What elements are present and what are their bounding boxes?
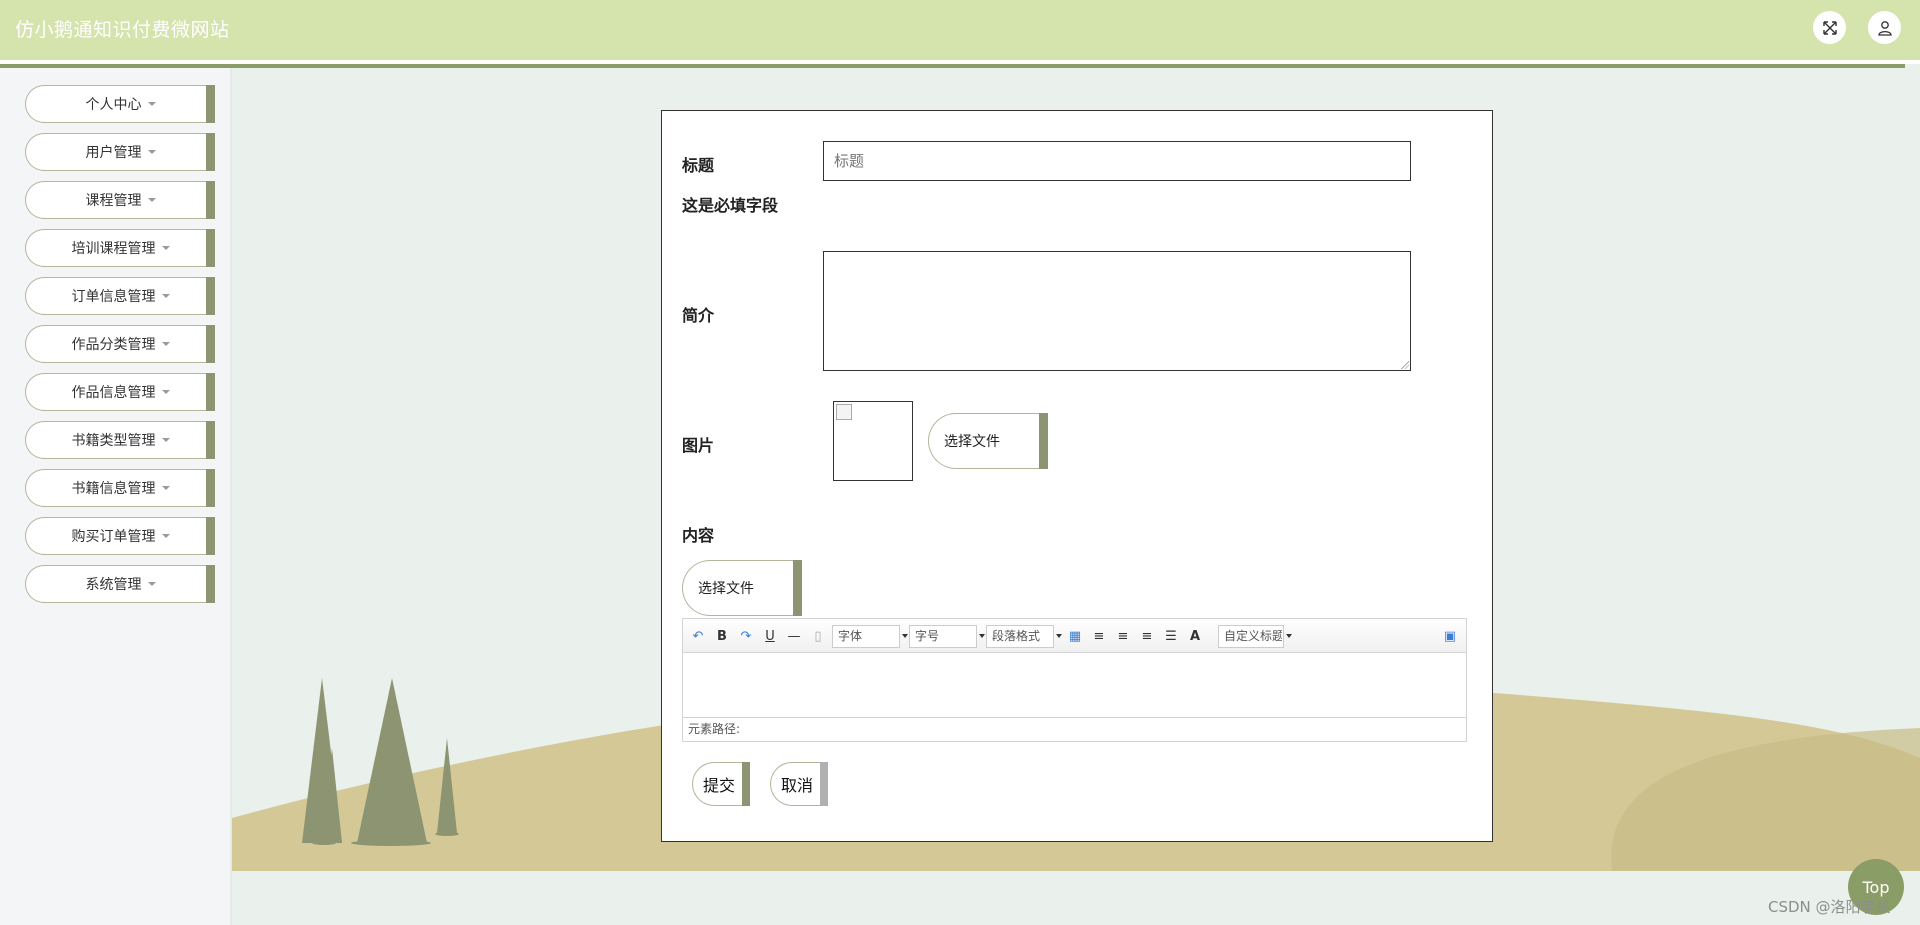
user-icon [1877,20,1892,36]
rich-text-editor[interactable]: ↶ B ↷ U — ▯ 字体 字号 段落格式 ▦ ≡ ≡ ≡ ☰ A 自定义标题… [682,618,1467,742]
align-left-icon[interactable]: ≡ [1090,627,1108,645]
caret-down-icon [147,150,156,154]
redo-icon[interactable]: ↷ [737,627,755,645]
dropdown-arrow-icon [902,634,908,638]
bold-icon[interactable]: B [713,627,731,645]
submit-button[interactable]: 提交 [692,762,750,806]
image-label: 图片 [682,436,715,455]
editor-body[interactable] [683,654,1466,716]
user-button[interactable] [1868,11,1901,44]
resize-grip-icon[interactable] [1401,361,1409,369]
sidebar-item-book-type-management[interactable]: 书籍类型管理 [25,421,215,459]
align-right-icon[interactable]: ≡ [1114,627,1132,645]
sidebar-item-label: 购买订单管理 [71,529,156,545]
intro-textarea[interactable] [823,251,1411,371]
sidebar-item-label: 系统管理 [85,577,142,593]
submit-label: 提交 [703,776,736,795]
element-path: 元素路径: [683,717,1466,741]
sidebar-item-book-info-management[interactable]: 书籍信息管理 [25,469,215,507]
caret-down-icon [161,294,170,298]
choose-file-label: 选择文件 [944,434,1000,450]
size-select-label: 字号 [915,629,940,643]
image-choose-file-button[interactable]: 选择文件 [928,413,1048,469]
dropdown-arrow-icon [1056,634,1062,638]
sidebar-item-label: 用户管理 [85,145,142,161]
undo-icon[interactable]: ↶ [689,627,707,645]
expand-arrows-icon [1822,20,1837,35]
align-center-icon[interactable]: ≡ [1138,627,1156,645]
cancel-button[interactable]: 取消 [770,762,828,806]
sidebar-item-user-management[interactable]: 用户管理 [25,133,215,171]
paragraph-select-label: 段落格式 [992,629,1041,643]
font-select[interactable]: 字体 [832,625,908,648]
caret-down-icon [161,390,170,394]
sidebar-item-label: 书籍信息管理 [71,481,156,497]
caret-down-icon [147,582,156,586]
intro-label: 简介 [682,306,715,325]
sidebar-item-label: 个人中心 [85,97,142,113]
cancel-label: 取消 [781,776,814,795]
caret-down-icon [161,246,170,250]
sidebar-item-order-info-management[interactable]: 订单信息管理 [25,277,215,315]
dropdown-arrow-icon [979,634,985,638]
font-color-icon[interactable]: A [1186,627,1204,645]
dropdown-arrow-icon [1286,634,1292,638]
caret-down-icon [161,342,170,346]
editor-toolbar: ↶ B ↷ U — ▯ 字体 字号 段落格式 ▦ ≡ ≡ ≡ ☰ A 自定义标题… [683,619,1466,653]
table-icon[interactable]: ▦ [1066,627,1084,645]
sidebar-item-personal-center[interactable]: 个人中心 [25,85,215,123]
sidebar-item-label: 培训课程管理 [71,241,156,257]
horizontal-rule-icon[interactable]: — [785,627,803,645]
top-label: Top [1862,877,1890,897]
choose-file-label: 选择文件 [698,581,754,597]
custom-title-select[interactable]: 自定义标题 [1218,625,1292,648]
content-choose-file-button[interactable]: 选择文件 [682,560,802,616]
fullscreen-button[interactable] [1813,11,1846,44]
page-icon[interactable]: ▯ [809,627,827,645]
sidebar: 个人中心 用户管理 课程管理 培训课程管理 订单信息管理 作品分类管理 作品信息… [0,68,232,925]
site-title: 仿小鹅通知识付费微网站 [15,19,230,41]
sidebar-item-label: 书籍类型管理 [71,433,156,449]
sidebar-item-work-info-management[interactable]: 作品信息管理 [25,373,215,411]
size-select[interactable]: 字号 [909,625,985,648]
caret-down-icon [161,534,170,538]
caret-down-icon [147,102,156,106]
broken-image-icon [836,404,852,420]
preview-icon[interactable]: ▣ [1441,627,1459,645]
title-label: 标题 [682,156,715,175]
font-select-label: 字体 [838,629,863,643]
underline-icon[interactable]: U [761,627,779,645]
title-input[interactable] [823,141,1411,181]
sidebar-item-training-course-management[interactable]: 培训课程管理 [25,229,215,267]
caret-down-icon [161,438,170,442]
sidebar-item-label: 作品分类管理 [71,337,156,353]
sidebar-item-work-category-management[interactable]: 作品分类管理 [25,325,215,363]
sidebar-item-course-management[interactable]: 课程管理 [25,181,215,219]
caret-down-icon [161,486,170,490]
required-hint: 这是必填字段 [682,196,779,215]
caret-down-icon [147,198,156,202]
justify-icon[interactable]: ☰ [1162,627,1180,645]
top-header: 仿小鹅通知识付费微网站 [0,0,1920,60]
image-preview [833,401,913,481]
content-label: 内容 [682,526,715,545]
form-panel: 标题 这是必填字段 简介 图片 选择文件 内容 选择文件 ↶ B ↷ U — ▯… [661,110,1493,842]
watermark: CSDN @洛阳学长 [1768,898,1891,916]
sidebar-item-label: 订单信息管理 [71,289,156,305]
custom-title-select-label: 自定义标题 [1224,629,1282,643]
sidebar-item-system-management[interactable]: 系统管理 [25,565,215,603]
paragraph-select[interactable]: 段落格式 [986,625,1062,648]
sidebar-item-label: 课程管理 [85,193,142,209]
sidebar-item-purchase-order-management[interactable]: 购买订单管理 [25,517,215,555]
sidebar-item-label: 作品信息管理 [71,385,156,401]
